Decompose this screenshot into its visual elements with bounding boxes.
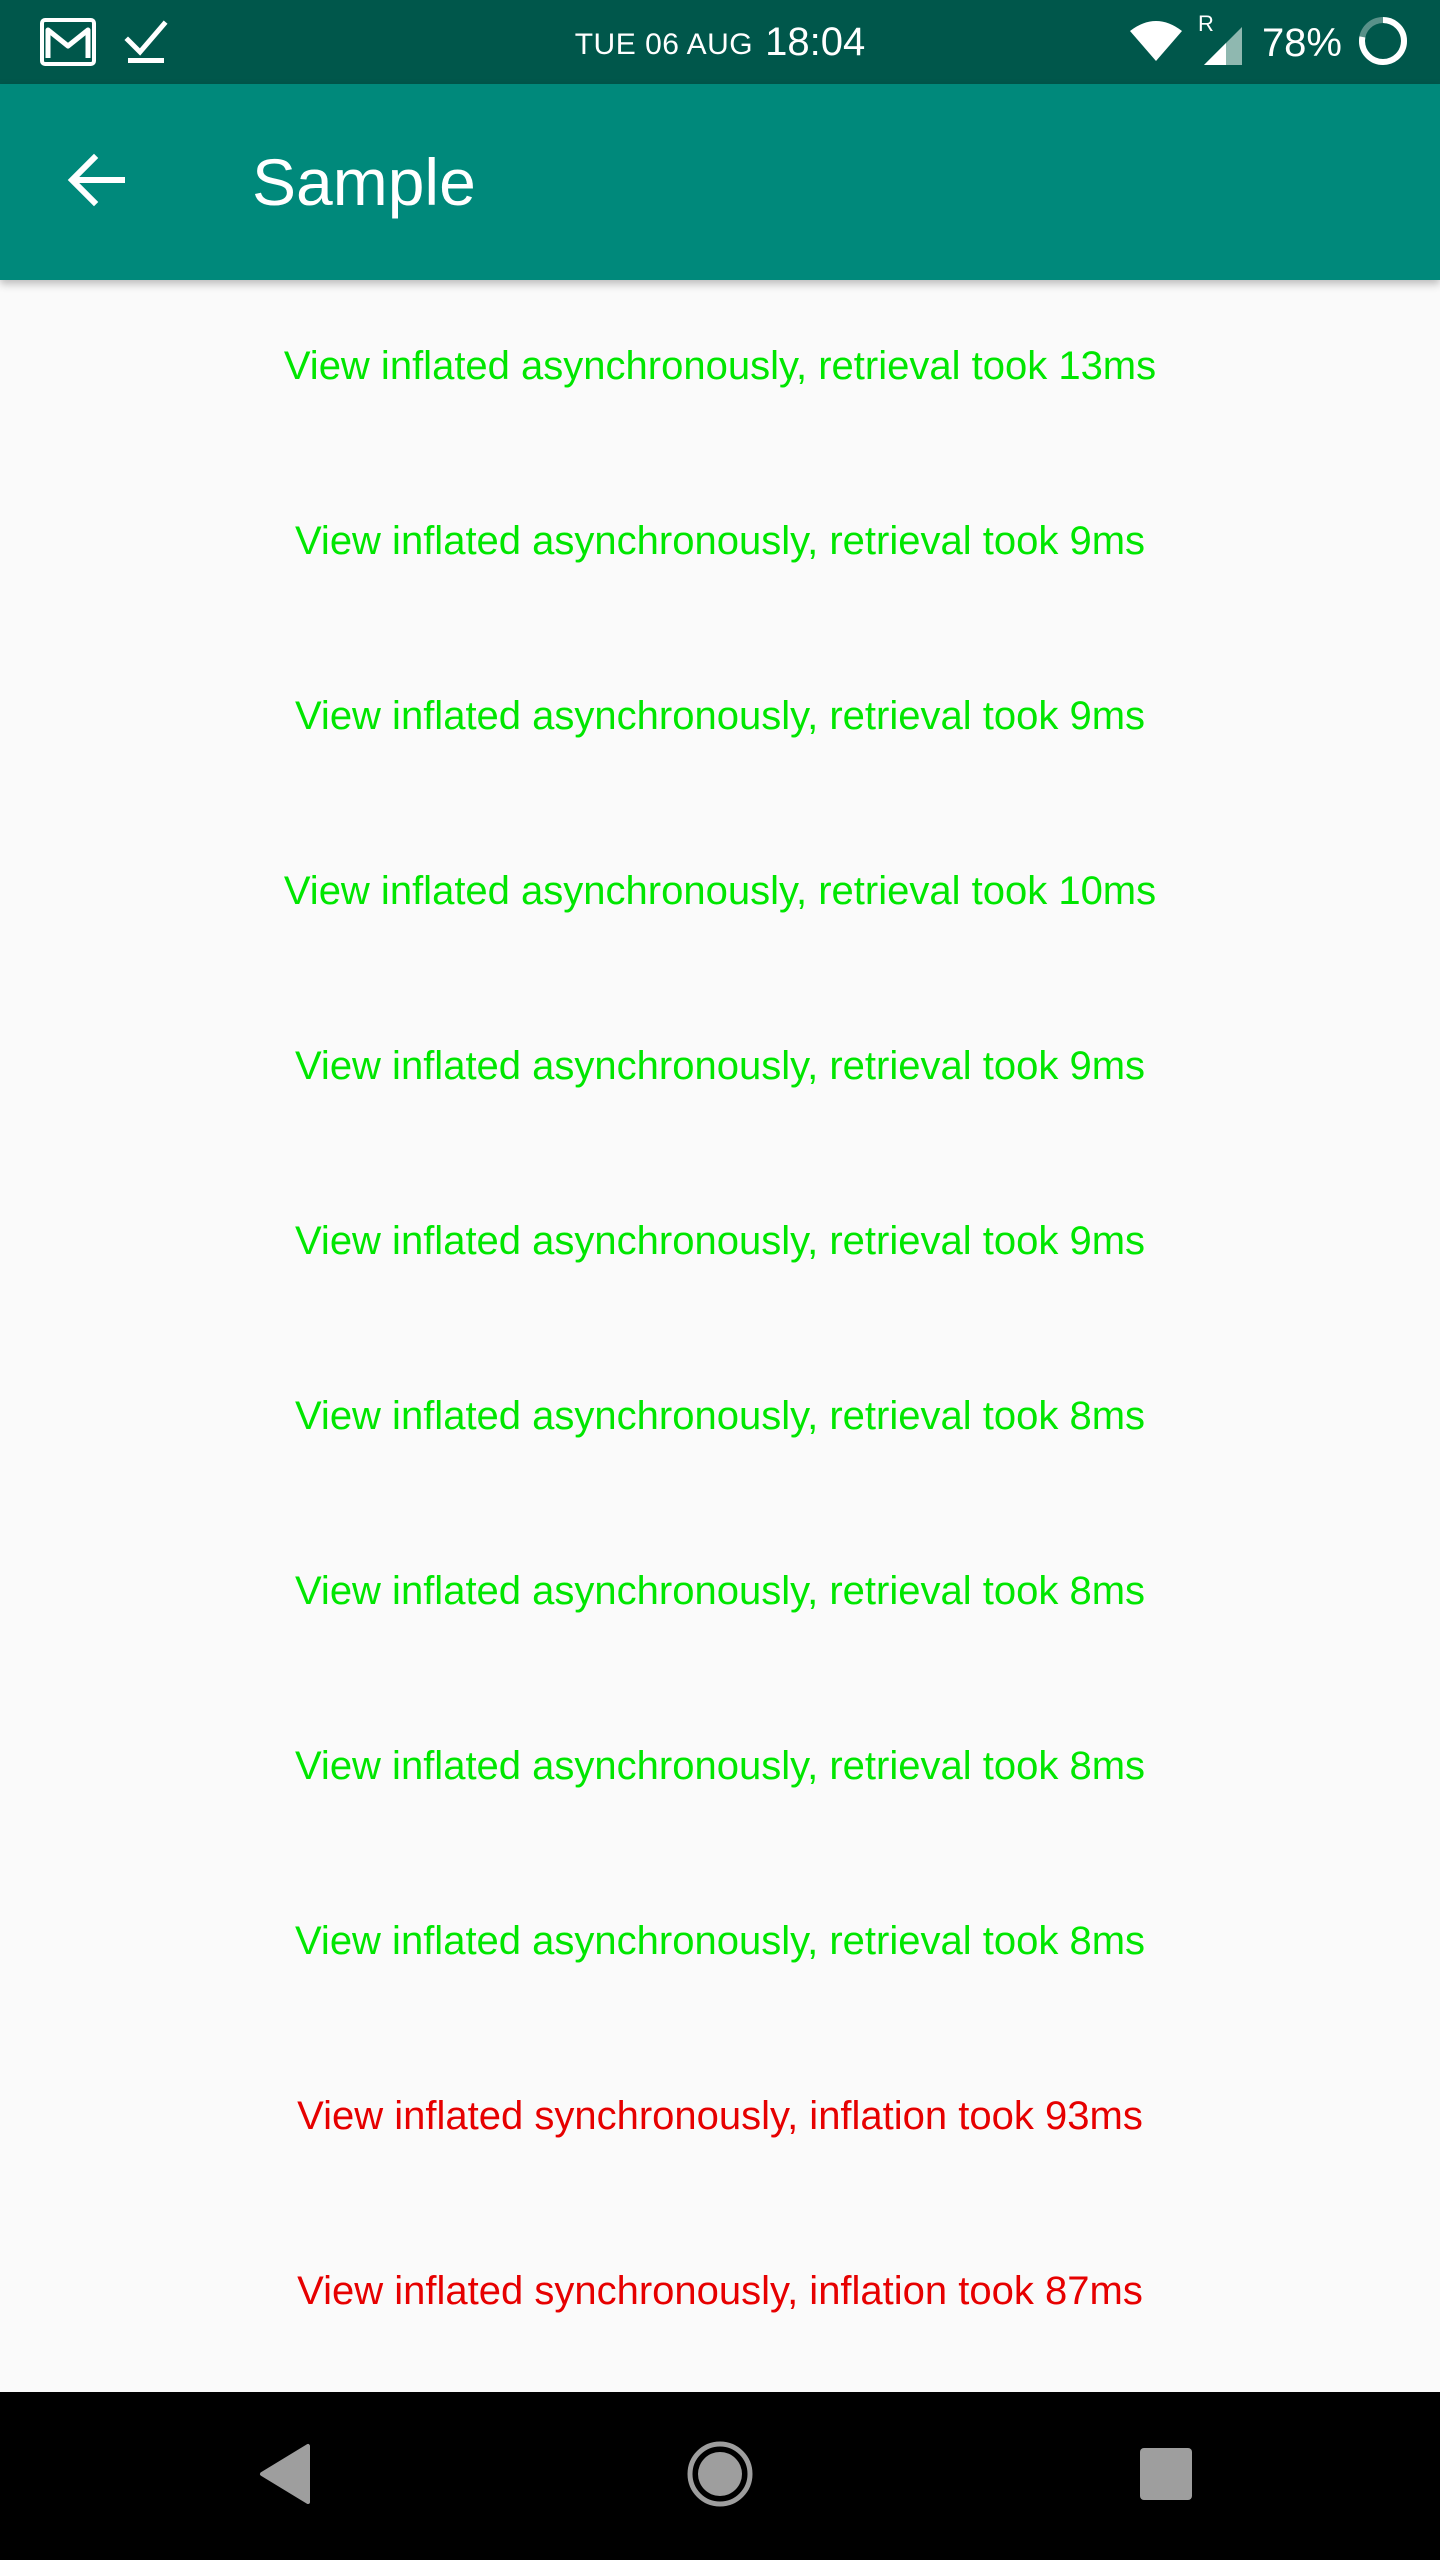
- list-item-text: View inflated synchronously, inflation t…: [297, 2269, 1143, 2313]
- page-title: Sample: [252, 145, 476, 219]
- navigation-bar: [0, 2392, 1440, 2560]
- list-item-text: View inflated synchronously, inflation t…: [297, 2094, 1143, 2138]
- list-item[interactable]: View inflated asynchronously, retrieval …: [0, 805, 1440, 980]
- status-date: TUE 06 AUG: [574, 28, 754, 61]
- screen: TUE 06 AUG 18:04 R 78% Sample View infla…: [0, 0, 1440, 2560]
- list-item-text: View inflated asynchronously, retrieval …: [294, 1044, 1146, 1088]
- list-item-text: View inflated asynchronously, retrieval …: [294, 1394, 1146, 1438]
- battery-percent: 78%: [1261, 20, 1342, 65]
- list-item-text: View inflated asynchronously, retrieval …: [283, 869, 1157, 913]
- list-item-text: View inflated asynchronously, retrieval …: [294, 519, 1146, 563]
- system-icons: R 78%: [1128, 11, 1410, 73]
- list-item[interactable]: View inflated asynchronously, retrieval …: [0, 280, 1440, 455]
- list-item[interactable]: View inflated asynchronously, retrieval …: [0, 1505, 1440, 1680]
- list-item[interactable]: View inflated synchronously, inflation t…: [0, 2205, 1440, 2380]
- list-item-text: View inflated asynchronously, retrieval …: [294, 1919, 1146, 1963]
- nav-home-icon: [686, 2440, 754, 2513]
- back-button[interactable]: [48, 134, 144, 230]
- list-item-text: View inflated asynchronously, retrieval …: [294, 1219, 1146, 1263]
- arrow-back-icon: [64, 148, 128, 217]
- nav-recents-icon: [1138, 2446, 1194, 2507]
- nav-back-icon: [256, 2442, 316, 2511]
- status-time: 18:04: [765, 19, 866, 64]
- nav-recents-button[interactable]: [1116, 2426, 1216, 2526]
- list-item-text: View inflated asynchronously, retrieval …: [294, 1569, 1146, 1613]
- list-item-text: View inflated asynchronously, retrieval …: [294, 1744, 1146, 1788]
- list-item[interactable]: View inflated synchronously, inflation t…: [0, 2030, 1440, 2205]
- cell-signal-icon: R: [1198, 11, 1248, 69]
- list-item-text: View inflated asynchronously, retrieval …: [283, 344, 1157, 388]
- nav-back-button[interactable]: [236, 2426, 336, 2526]
- app-bar: Sample: [0, 84, 1440, 280]
- list-item[interactable]: View inflated asynchronously, retrieval …: [0, 980, 1440, 1155]
- status-bar: TUE 06 AUG 18:04 R 78%: [0, 0, 1440, 84]
- list-item[interactable]: View inflated asynchronously, retrieval …: [0, 1855, 1440, 2030]
- wifi-icon: [1128, 19, 1184, 68]
- list-item[interactable]: View inflated asynchronously, retrieval …: [0, 1330, 1440, 1505]
- list-item[interactable]: View inflated asynchronously, retrieval …: [0, 1155, 1440, 1330]
- list-item[interactable]: View inflated asynchronously, retrieval …: [0, 630, 1440, 805]
- battery-ring-icon: [1356, 14, 1410, 73]
- list-item[interactable]: View inflated asynchronously, retrieval …: [0, 1680, 1440, 1855]
- inflation-results-list[interactable]: View inflated asynchronously, retrieval …: [0, 280, 1440, 2392]
- list-item[interactable]: View inflated asynchronously, retrieval …: [0, 455, 1440, 630]
- list-item-text: View inflated asynchronously, retrieval …: [294, 694, 1146, 738]
- nav-home-button[interactable]: [670, 2426, 770, 2526]
